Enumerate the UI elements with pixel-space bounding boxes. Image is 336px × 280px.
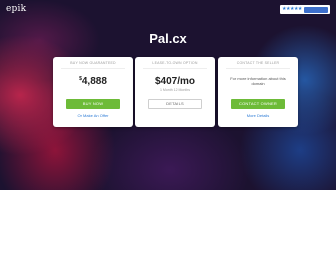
more-details-link[interactable]: More Details (218, 113, 298, 118)
card-divider (143, 68, 207, 69)
trust-badge[interactable]: ★★★★★ (280, 5, 330, 14)
domain-title: Pal.cx (149, 31, 187, 46)
card-divider (61, 68, 125, 69)
buy-now-button[interactable]: BUY NOW (66, 99, 120, 109)
contact-info-text: For more information about this domain (230, 76, 286, 86)
buy-price-value: 4,888 (81, 76, 107, 87)
card-heading: LEASE-TO-OWN OPTION (152, 61, 198, 65)
buy-price: $4,888 (53, 76, 133, 87)
rating-stars-icon: ★★★★★ (282, 6, 302, 12)
trust-badge-label (303, 6, 328, 13)
contact-owner-button[interactable]: CONTACT OWNER (231, 99, 285, 109)
lease-terms: 1 Month 12 Months (160, 88, 190, 92)
lease-to-own-card: LEASE-TO-OWN OPTION $407/mo 1 Month 12 M… (135, 57, 215, 127)
card-heading: BUY NOW GUARANTEED (70, 61, 116, 65)
buy-now-card: BUY NOW GUARANTEED $4,888 BUY NOW Or Mak… (53, 57, 133, 127)
make-offer-link[interactable]: Or Make An Offer (53, 113, 133, 118)
card-heading: CONTACT THE SELLER (236, 61, 280, 65)
lease-price: $407/mo (154, 76, 196, 87)
hero-banner: epik ★★★★★ Pal.cx BUY NOW GUARANTEED $4,… (0, 0, 336, 190)
contact-seller-card: CONTACT THE SELLER For more information … (218, 57, 298, 127)
card-divider (226, 68, 290, 69)
details-button[interactable]: DETAILS (148, 99, 202, 109)
top-bar: epik ★★★★★ (0, 0, 336, 20)
epik-logo[interactable]: epik (6, 4, 26, 14)
